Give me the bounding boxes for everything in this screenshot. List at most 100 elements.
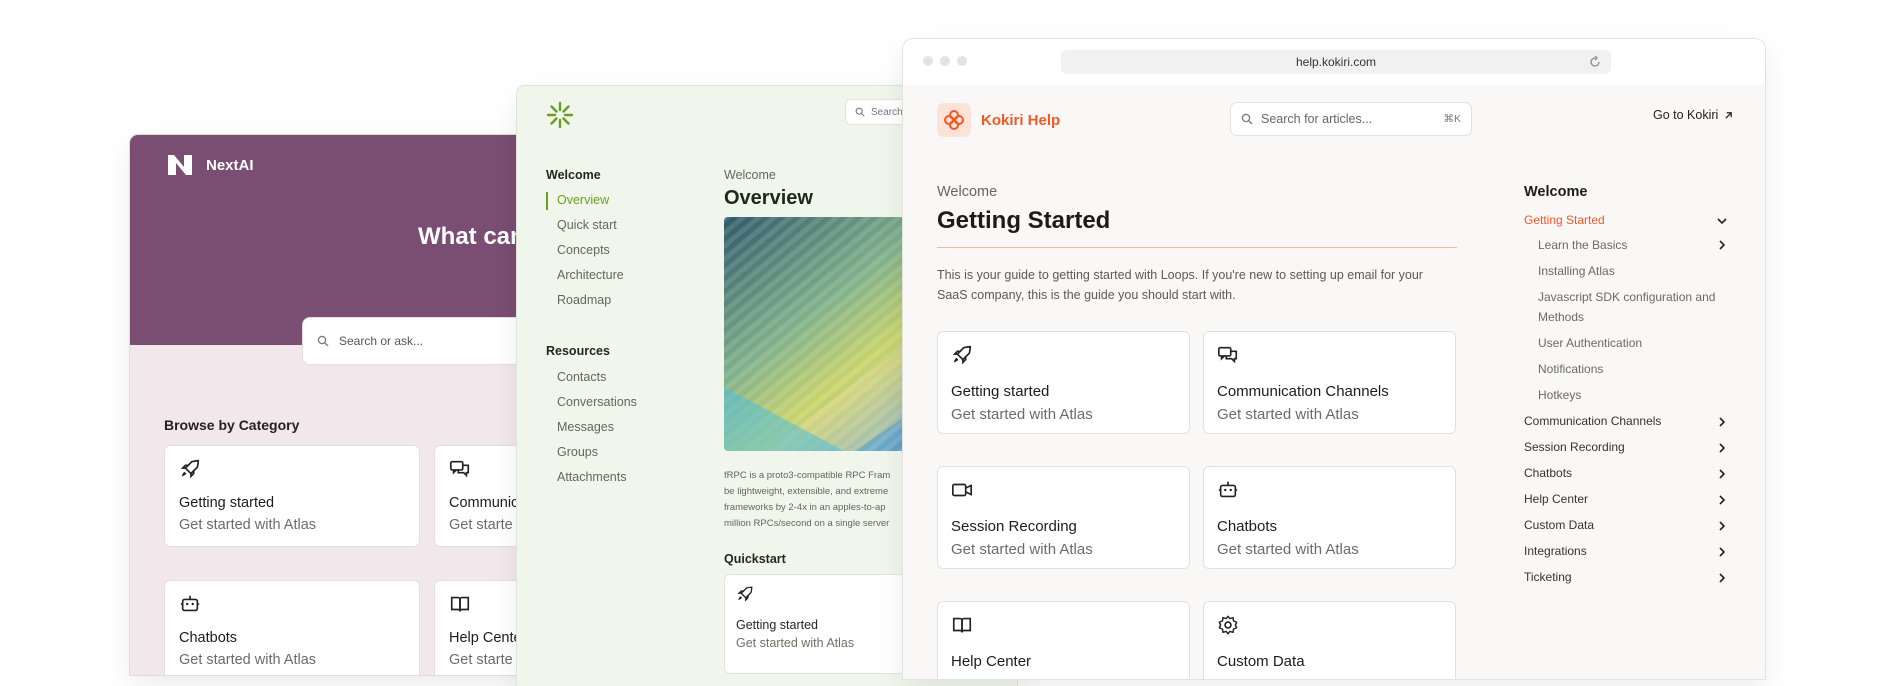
window-minimize-dot[interactable] bbox=[940, 56, 950, 66]
toc-sub-installing-atlas[interactable]: Installing Atlas bbox=[1538, 261, 1723, 281]
card-subtitle: Get started with Atlas bbox=[179, 652, 317, 668]
video-icon bbox=[952, 483, 972, 497]
toc-item-communication-channels[interactable]: Communication Channels bbox=[1524, 414, 1734, 428]
nav-item-overview[interactable]: Overview bbox=[557, 193, 609, 207]
kokiri-logo-icon bbox=[937, 103, 971, 137]
toc-item-getting-started[interactable]: Getting Started bbox=[1524, 213, 1734, 227]
toc-item-custom-data[interactable]: Custom Data bbox=[1524, 518, 1734, 532]
gear-icon bbox=[1218, 615, 1238, 635]
toc-sub-user-auth[interactable]: User Authentication bbox=[1538, 333, 1723, 353]
card-subtitle: Get started with Atlas bbox=[951, 541, 1093, 558]
kokiri-search-input[interactable]: Search for articles... ⌘K bbox=[1230, 102, 1472, 136]
nextai-hero-title: What can bbox=[418, 223, 525, 250]
card-title: Chatbots bbox=[179, 630, 238, 646]
kokiri-breadcrumb[interactable]: Welcome bbox=[937, 184, 997, 200]
search-shortcut-hint: ⌘K bbox=[1443, 113, 1461, 125]
toc-sub-notifications[interactable]: Notifications bbox=[1538, 359, 1723, 379]
nav-item-contacts[interactable]: Contacts bbox=[557, 370, 606, 384]
address-bar[interactable]: help.kokiri.com bbox=[1061, 50, 1611, 74]
toc-item-session-recording[interactable]: Session Recording bbox=[1524, 440, 1734, 454]
docs-breadcrumb[interactable]: Welcome bbox=[724, 168, 776, 182]
toc-sub-learn-basics[interactable]: Learn the Basics bbox=[1538, 235, 1723, 255]
nav-heading-resources: Resources bbox=[546, 344, 610, 358]
card-title: Chatbots bbox=[1217, 518, 1278, 535]
address-url: help.kokiri.com bbox=[1295, 55, 1377, 69]
go-link-label: Go to Kokiri bbox=[1653, 108, 1719, 122]
nav-item-concepts[interactable]: Concepts bbox=[557, 243, 610, 257]
nextai-brand-name: NextAI bbox=[206, 156, 254, 174]
article-card-custom-data[interactable]: Custom Data bbox=[1203, 601, 1456, 679]
nav-item-groups[interactable]: Groups bbox=[557, 445, 598, 459]
card-subtitle: Get started with Atlas bbox=[179, 517, 317, 533]
kokiri-window: help.kokiri.com Kokiri Help Search for a… bbox=[903, 39, 1765, 679]
article-card-session-recording[interactable]: Session Recording Get started with Atlas bbox=[937, 466, 1190, 569]
rocket-icon bbox=[952, 345, 972, 365]
card-subtitle: Get started with Atlas bbox=[1217, 541, 1359, 558]
nav-active-indicator bbox=[546, 192, 548, 210]
nextai-search-placeholder: Search or ask... bbox=[339, 334, 424, 348]
chevron-right-icon[interactable] bbox=[1715, 545, 1729, 559]
window-maximize-dot[interactable] bbox=[957, 56, 967, 66]
book-icon bbox=[450, 596, 470, 612]
nextai-brand[interactable]: NextAI bbox=[166, 153, 254, 177]
article-card-chatbots[interactable]: Chatbots Get started with Atlas bbox=[1203, 466, 1456, 569]
card-title: Custom Data bbox=[1217, 653, 1305, 670]
nav-item-messages[interactable]: Messages bbox=[557, 420, 614, 434]
chevron-right-icon[interactable] bbox=[1715, 493, 1729, 507]
robot-icon bbox=[1218, 481, 1238, 498]
kokiri-intro-paragraph: This is your guide to getting started wi… bbox=[937, 268, 1423, 302]
nav-item-conversations[interactable]: Conversations bbox=[557, 395, 637, 409]
nav-item-quick-start[interactable]: Quick start bbox=[557, 218, 617, 232]
article-card-getting-started[interactable]: Getting started Get started with Atlas bbox=[937, 331, 1190, 434]
rocket-icon bbox=[737, 586, 753, 602]
chevron-down-icon[interactable] bbox=[1715, 214, 1729, 228]
book-icon bbox=[952, 617, 972, 633]
chevron-right-icon[interactable] bbox=[1715, 467, 1729, 481]
toc-item-ticketing[interactable]: Ticketing bbox=[1524, 570, 1734, 584]
card-title: Getting started bbox=[179, 495, 275, 511]
chevron-right-icon[interactable] bbox=[1715, 519, 1729, 533]
card-title: Help Center bbox=[951, 653, 1032, 670]
category-card-chatbots[interactable]: Chatbots Get started with Atlas bbox=[164, 580, 420, 675]
card-title: Getting started bbox=[951, 383, 1050, 400]
search-icon bbox=[855, 107, 865, 117]
card-title: Communication Channels bbox=[1217, 383, 1389, 400]
card-title: Session Recording bbox=[951, 518, 1077, 535]
kokiri-search-placeholder: Search for articles... bbox=[1261, 112, 1373, 126]
chevron-right-icon[interactable] bbox=[1715, 571, 1729, 585]
nav-item-attachments[interactable]: Attachments bbox=[557, 470, 626, 484]
toc-item-chatbots[interactable]: Chatbots bbox=[1524, 466, 1734, 480]
nav-heading-welcome: Welcome bbox=[546, 168, 601, 182]
kokiri-page-title: Getting Started bbox=[937, 207, 1111, 234]
nav-item-roadmap[interactable]: Roadmap bbox=[557, 293, 611, 307]
article-card-help-center[interactable]: Help Center bbox=[937, 601, 1190, 679]
toc-heading: Welcome bbox=[1524, 184, 1588, 200]
card-subtitle: Get started with Atlas bbox=[951, 406, 1093, 423]
window-close-dot[interactable] bbox=[923, 56, 933, 66]
sunburst-logo-icon bbox=[546, 101, 574, 129]
chevron-right-icon[interactable] bbox=[1715, 415, 1729, 429]
chevron-right-icon[interactable] bbox=[1715, 441, 1729, 455]
article-card-communication-channels[interactable]: Communication Channels Get started with … bbox=[1203, 331, 1456, 434]
chat-icon bbox=[1218, 346, 1238, 364]
card-subtitle: Get started with Atlas bbox=[1217, 406, 1359, 423]
kokiri-brand-name: Kokiri Help bbox=[981, 111, 1061, 129]
external-arrow-icon bbox=[1725, 111, 1733, 119]
nextai-logo-icon bbox=[168, 155, 192, 175]
docs-search-placeholder: Search bbox=[871, 106, 903, 118]
browser-chrome: help.kokiri.com bbox=[903, 39, 1765, 85]
quickstart-heading: Quickstart bbox=[724, 552, 786, 566]
chat-icon bbox=[450, 460, 470, 478]
chevron-right-icon[interactable] bbox=[1715, 238, 1729, 252]
browse-heading: Browse by Category bbox=[164, 417, 300, 433]
toc-item-help-center[interactable]: Help Center bbox=[1524, 492, 1734, 506]
nav-item-architecture[interactable]: Architecture bbox=[557, 268, 624, 282]
go-to-kokiri-link[interactable]: Go to Kokiri bbox=[1653, 108, 1733, 122]
toc-sub-js-sdk[interactable]: Javascript SDK configuration and Methods bbox=[1538, 287, 1723, 327]
toc-item-integrations[interactable]: Integrations bbox=[1524, 544, 1734, 558]
kokiri-brand[interactable]: Kokiri Help bbox=[937, 103, 1060, 137]
toc-sub-hotkeys[interactable]: Hotkeys bbox=[1538, 385, 1723, 405]
rocket-icon bbox=[180, 459, 200, 479]
category-card-getting-started[interactable]: Getting started Get started with Atlas bbox=[164, 445, 420, 547]
reload-icon[interactable] bbox=[1589, 55, 1601, 69]
